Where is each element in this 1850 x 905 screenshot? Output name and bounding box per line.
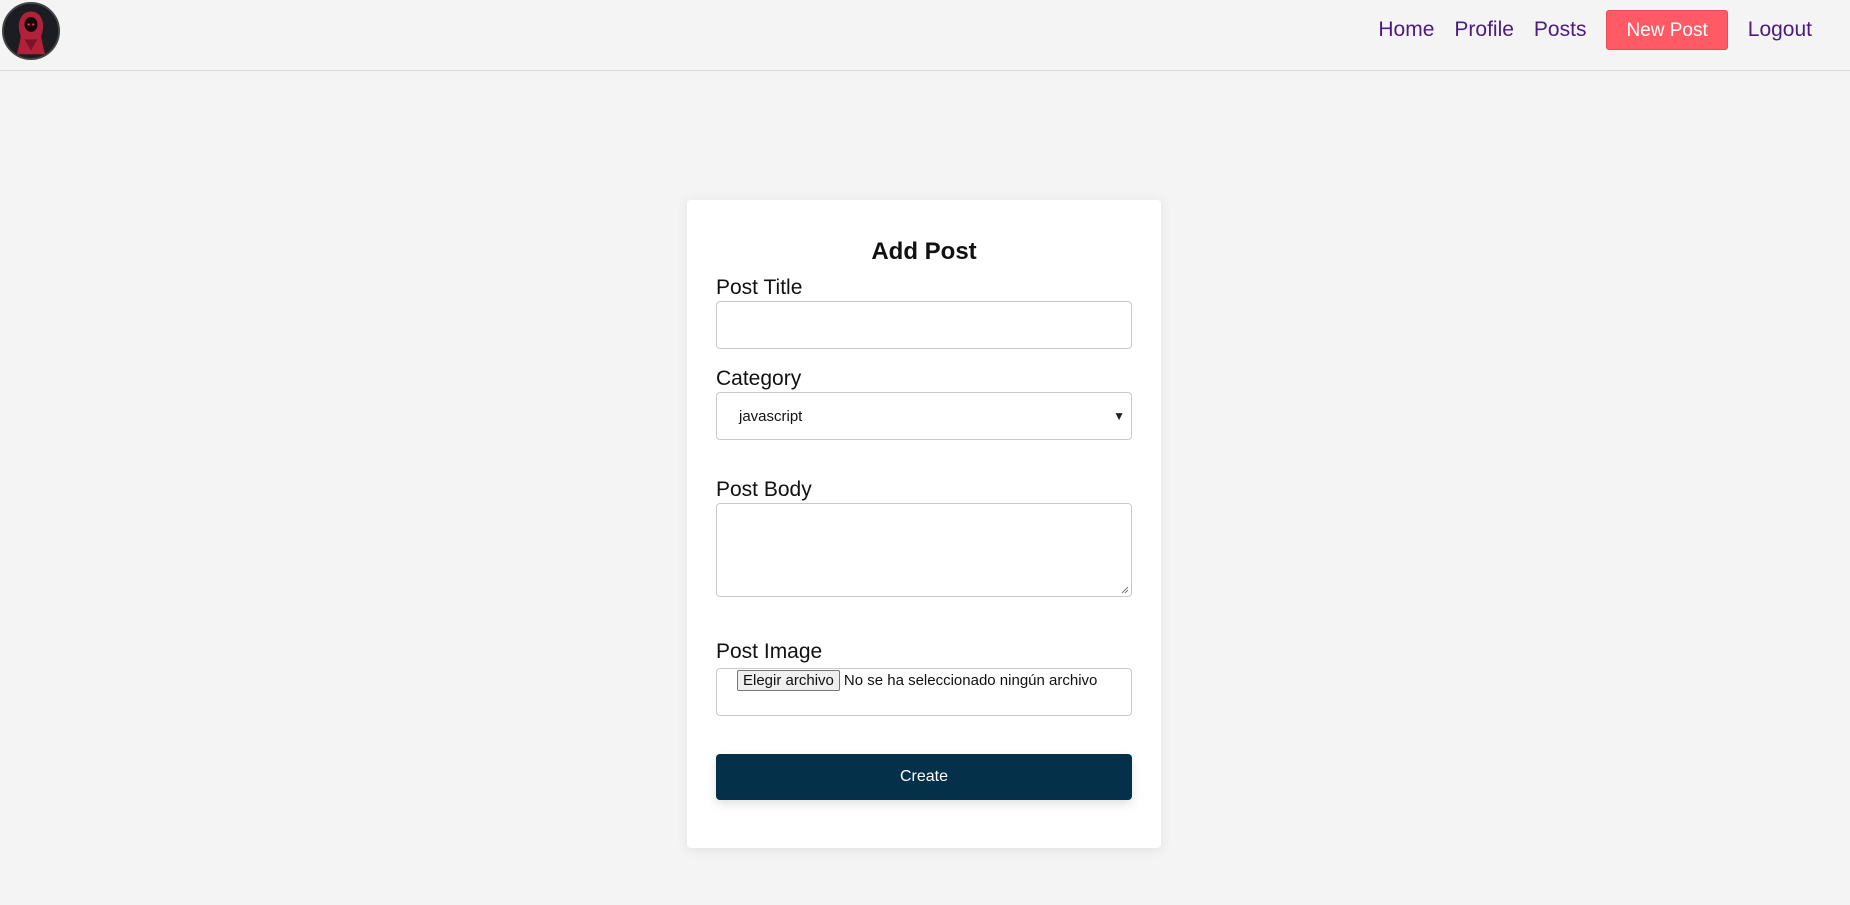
hooded-figure-icon bbox=[4, 4, 58, 58]
category-label: Category bbox=[716, 367, 802, 390]
new-post-button[interactable]: New Post bbox=[1606, 10, 1728, 50]
post-title-label: Post Title bbox=[716, 276, 803, 299]
form-title: Add Post bbox=[871, 238, 977, 265]
post-title-input[interactable] bbox=[716, 301, 1132, 349]
navbar: Home Profile Posts New Post Logout bbox=[0, 0, 1850, 71]
post-image-file-input[interactable]: Elegir archivo No se ha seleccionado nin… bbox=[716, 668, 1132, 716]
resize-handle-icon[interactable] bbox=[1121, 586, 1129, 594]
chevron-down-icon: ▼ bbox=[1113, 409, 1125, 423]
nav-home-link[interactable]: Home bbox=[1368, 10, 1444, 50]
avatar-logo[interactable] bbox=[2, 2, 60, 60]
post-image-label: Post Image bbox=[716, 640, 823, 663]
nav-posts-link[interactable]: Posts bbox=[1524, 10, 1597, 50]
nav-links: Home Profile Posts New Post Logout bbox=[1368, 10, 1822, 50]
post-body-textarea[interactable] bbox=[716, 503, 1132, 597]
create-button[interactable]: Create bbox=[716, 754, 1132, 800]
category-selected-value: javascript bbox=[739, 407, 803, 425]
file-status-text: No se ha seleccionado ningún archivo bbox=[843, 672, 1098, 689]
post-body-label: Post Body bbox=[716, 478, 812, 501]
choose-file-button[interactable]: Elegir archivo bbox=[737, 670, 840, 691]
category-select[interactable]: javascript ▼ bbox=[716, 392, 1132, 440]
nav-profile-link[interactable]: Profile bbox=[1444, 10, 1524, 50]
nav-logout-link[interactable]: Logout bbox=[1738, 10, 1822, 50]
